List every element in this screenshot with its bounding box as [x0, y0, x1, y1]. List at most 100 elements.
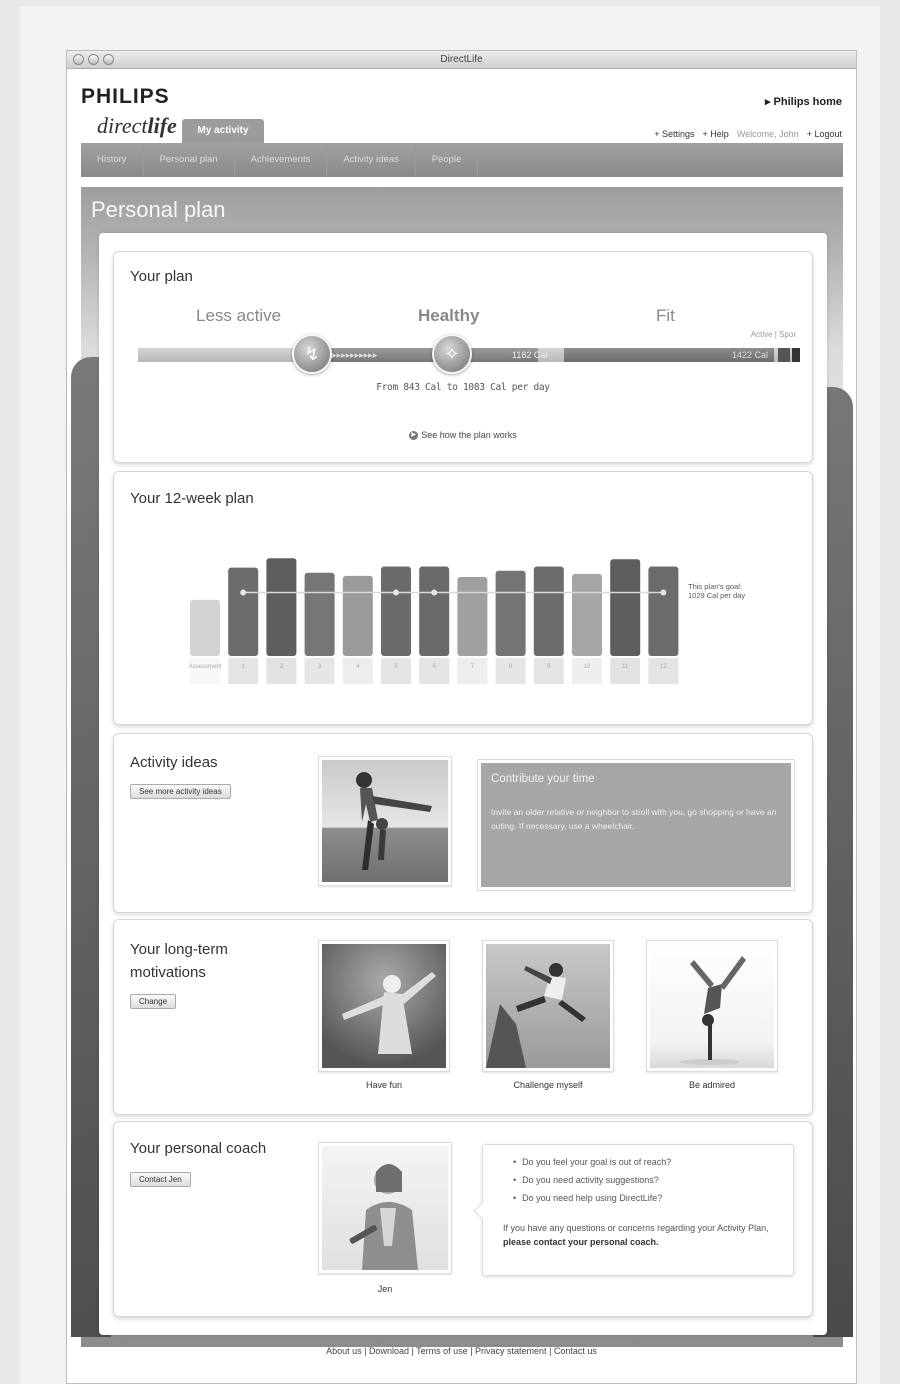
activity-ideas-title: Activity ideas	[130, 754, 218, 771]
week-bar[interactable]	[610, 559, 641, 656]
goal-point	[660, 589, 667, 596]
week-bar-reflection	[190, 658, 220, 684]
nav-history[interactable]: History	[81, 143, 144, 177]
week-bar[interactable]	[648, 566, 679, 656]
window-title: DirectLife	[440, 54, 483, 65]
welcome-text: Welcome, John	[736, 129, 799, 139]
dancing-woman-image	[322, 944, 446, 1068]
your-plan-panel: Your plan Less active Healthy Fit Active…	[113, 251, 813, 463]
activity-photo[interactable]	[318, 756, 452, 886]
close-window-button[interactable]	[73, 54, 84, 65]
zoom-window-button[interactable]	[103, 54, 114, 65]
week-bar-reflection	[342, 658, 373, 684]
motivation-caption-challenge: Challenge myself	[513, 1080, 583, 1090]
footer-privacy-link[interactable]: Privacy statement	[475, 1346, 547, 1356]
healthy-range-bar: ▸▸▸▸▸▸▸▸▸▸▸▸	[318, 348, 538, 362]
help-link[interactable]: + Help	[703, 129, 729, 139]
activity-idea-card[interactable]: Contribute your time Invite an older rel…	[478, 760, 794, 890]
motivation-photo-have-fun[interactable]	[318, 940, 450, 1072]
logout-link[interactable]: + Logout	[807, 129, 842, 139]
change-motivations-button[interactable]: Change	[130, 994, 177, 1009]
level-healthy: Healthy	[418, 306, 480, 325]
active-sport-label: Active | Spor	[750, 330, 796, 339]
week-bar[interactable]	[304, 572, 335, 656]
how-plan-works-link[interactable]: ▶ See how the plan works	[114, 430, 812, 441]
week-bar[interactable]	[228, 567, 259, 656]
week-bar[interactable]	[190, 599, 220, 656]
week-bar-reflection	[266, 658, 297, 684]
week-tick-label: 12	[660, 664, 667, 670]
philips-logo[interactable]: PHILIPS	[81, 85, 170, 109]
fit-range-bar: 1422 Cal	[564, 348, 774, 362]
browser-window: DirectLife PHILIPS directlife My activit…	[66, 50, 857, 1384]
window-titlebar: DirectLife	[67, 51, 856, 69]
target-level-knob[interactable]: ✧	[432, 334, 472, 374]
week-bar-reflection	[495, 658, 526, 684]
minimize-window-button[interactable]	[88, 54, 99, 65]
week-bar[interactable]	[495, 570, 526, 656]
footer-download-link[interactable]: Download	[369, 1346, 409, 1356]
week-bar[interactable]	[419, 566, 450, 656]
coach-portrait-image	[322, 1146, 448, 1270]
week-bar[interactable]	[381, 566, 411, 656]
contact-coach-button[interactable]: Contact Jen	[130, 1172, 191, 1187]
footer-links: About us | Download | Terms of use | Pri…	[326, 1346, 597, 1356]
twelve-week-chart: Assessment 1 2 3 4 5 6 7 8 9 10 11 12	[189, 558, 679, 684]
week-bar-reflection	[648, 658, 679, 684]
week-bar[interactable]	[266, 558, 297, 656]
coach-question: Do you need help using DirectLife?	[513, 1193, 671, 1203]
current-level-knob[interactable]: ↯	[292, 334, 332, 374]
coach-name: Jen	[377, 1284, 393, 1294]
coach-question-list: Do you feel your goal is out of reach? D…	[513, 1157, 671, 1211]
coach-message-bubble: Do you feel your goal is out of reach? D…	[473, 1144, 794, 1276]
active-range-bar	[778, 348, 790, 362]
nav-activity-ideas[interactable]: Activity ideas	[327, 143, 416, 177]
nav-achievements[interactable]: Achievements	[235, 143, 328, 177]
week-bar-reflection	[572, 658, 602, 684]
jumping-man-image	[486, 944, 610, 1068]
motivations-title: Your long-term motivations	[130, 941, 228, 981]
play-icon: ▶	[409, 431, 419, 441]
week-bar-reflection	[304, 658, 335, 684]
stretching-couple-image	[322, 760, 448, 882]
nav-personal-plan[interactable]: Personal plan	[144, 143, 235, 177]
main-nav: History Personal plan Achievements Activ…	[81, 143, 843, 177]
week-bar-reflection	[419, 658, 450, 684]
week-bar-reflection	[228, 658, 259, 684]
week-bar[interactable]	[342, 575, 373, 656]
goal-note: This plan's goal: 1029 Cal per day	[688, 582, 746, 600]
settings-link[interactable]: + Settings	[654, 129, 694, 139]
week-tick-label: Assessment	[189, 664, 222, 670]
philips-home-link[interactable]: ▸ Philips home	[765, 95, 842, 108]
footer-contact-link[interactable]: Contact us	[554, 1346, 597, 1356]
tab-my-activity[interactable]: My activity	[182, 119, 264, 143]
motivation-caption-have-fun: Have fun	[365, 1080, 403, 1090]
calorie-range-text: From 843 Cal to 1083 Cal per day	[376, 382, 550, 393]
sport-range-bar	[792, 348, 800, 362]
idea-description: Invite an older relative or neighbor to …	[491, 807, 777, 831]
coach-question: Do you need activity suggestions?	[513, 1175, 671, 1185]
your-plan-title: Your plan	[130, 268, 193, 285]
personal-coach-panel: Your personal coach Contact Jen Jen • Do…	[113, 1121, 813, 1317]
twelve-week-panel: Your 12-week plan Assessment 1 2 3 4 5 6 7 8 9 10 1…	[113, 471, 813, 725]
week-bar[interactable]	[572, 573, 602, 656]
motivation-photo-admired[interactable]	[646, 940, 778, 1072]
footer-about-link[interactable]: About us	[326, 1346, 362, 1356]
coach-photo[interactable]	[318, 1142, 452, 1274]
window-controls	[73, 54, 114, 65]
coach-contact-message: If you have any questions or concerns re…	[503, 1223, 769, 1247]
footer-terms-link[interactable]: Terms of use	[416, 1346, 468, 1356]
coach-title: Your personal coach	[130, 1140, 267, 1157]
see-more-ideas-button[interactable]: See more activity ideas	[130, 784, 231, 799]
week-bar-reflection	[610, 658, 641, 684]
week-bar[interactable]	[533, 566, 564, 656]
nav-people[interactable]: People	[416, 143, 479, 177]
week-bar-reflection	[381, 658, 411, 684]
main-content: Your plan Less active Healthy Fit Active…	[99, 233, 827, 1335]
motivation-photo-challenge[interactable]	[482, 940, 614, 1072]
breakdancer-image	[650, 944, 774, 1068]
contact-coach-link[interactable]: please contact your personal coach.	[503, 1237, 659, 1247]
bubble-pointer	[473, 1202, 491, 1220]
directlife-logo[interactable]: directlife	[97, 113, 177, 139]
week-bar[interactable]	[457, 576, 488, 656]
